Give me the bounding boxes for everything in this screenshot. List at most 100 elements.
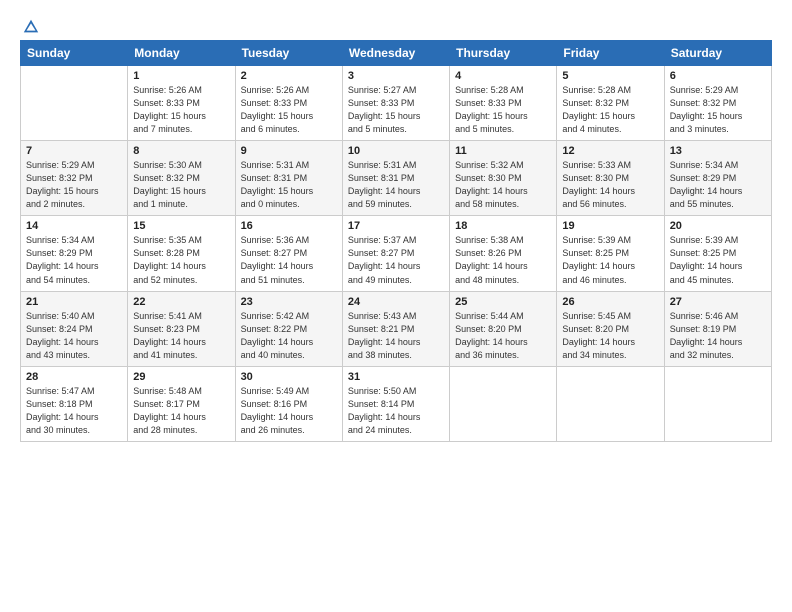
day-number: 19 <box>562 220 658 232</box>
day-info: Sunrise: 5:38 AM Sunset: 8:26 PM Dayligh… <box>455 234 551 286</box>
day-number: 2 <box>241 70 337 82</box>
table-cell: 28 Sunrise: 5:47 AM Sunset: 8:18 PM Dayli… <box>21 366 128 441</box>
day-info: Sunrise: 5:26 AM Sunset: 8:33 PM Dayligh… <box>241 84 337 136</box>
table-cell: 29 Sunrise: 5:48 AM Sunset: 8:17 PM Dayli… <box>128 366 235 441</box>
logo-area <box>20 18 40 32</box>
table-cell: 12 Sunrise: 5:33 AM Sunset: 8:30 PM Dayli… <box>557 141 664 216</box>
day-info: Sunrise: 5:39 AM Sunset: 8:25 PM Dayligh… <box>562 234 658 286</box>
table-cell: 7 Sunrise: 5:29 AM Sunset: 8:32 PM Daylig… <box>21 141 128 216</box>
day-info: Sunrise: 5:27 AM Sunset: 8:33 PM Dayligh… <box>348 84 444 136</box>
col-monday: Monday <box>128 41 235 66</box>
day-number: 27 <box>670 296 766 308</box>
table-cell: 21 Sunrise: 5:40 AM Sunset: 8:24 PM Dayli… <box>21 291 128 366</box>
day-info: Sunrise: 5:43 AM Sunset: 8:21 PM Dayligh… <box>348 310 444 362</box>
table-cell: 2 Sunrise: 5:26 AM Sunset: 8:33 PM Daylig… <box>235 66 342 141</box>
day-info: Sunrise: 5:30 AM Sunset: 8:32 PM Dayligh… <box>133 159 229 211</box>
day-info: Sunrise: 5:49 AM Sunset: 8:16 PM Dayligh… <box>241 385 337 437</box>
day-info: Sunrise: 5:37 AM Sunset: 8:27 PM Dayligh… <box>348 234 444 286</box>
day-number: 8 <box>133 145 229 157</box>
day-info: Sunrise: 5:34 AM Sunset: 8:29 PM Dayligh… <box>670 159 766 211</box>
table-cell: 6Sunrise: 5:29 AM Sunset: 8:32 PM Daylig… <box>664 66 771 141</box>
day-number: 28 <box>26 371 122 383</box>
day-number: 11 <box>455 145 551 157</box>
day-info: Sunrise: 5:48 AM Sunset: 8:17 PM Dayligh… <box>133 385 229 437</box>
day-number: 1 <box>133 70 229 82</box>
day-number: 13 <box>670 145 766 157</box>
table-cell: 16 Sunrise: 5:36 AM Sunset: 8:27 PM Dayli… <box>235 216 342 291</box>
day-number: 4 <box>455 70 551 82</box>
col-sunday: Sunday <box>21 41 128 66</box>
day-number: 10 <box>348 145 444 157</box>
table-cell: 4Sunrise: 5:28 AM Sunset: 8:33 PM Daylig… <box>450 66 557 141</box>
day-number: 5 <box>562 70 658 82</box>
day-number: 16 <box>241 220 337 232</box>
day-number: 22 <box>133 296 229 308</box>
day-info: Sunrise: 5:41 AM Sunset: 8:23 PM Dayligh… <box>133 310 229 362</box>
day-number: 18 <box>455 220 551 232</box>
page: Sunday Monday Tuesday Wednesday Thursday… <box>0 0 792 612</box>
day-info: Sunrise: 5:40 AM Sunset: 8:24 PM Dayligh… <box>26 310 122 362</box>
day-info: Sunrise: 5:33 AM Sunset: 8:30 PM Dayligh… <box>562 159 658 211</box>
calendar-table: Sunday Monday Tuesday Wednesday Thursday… <box>20 40 772 442</box>
table-cell: 30 Sunrise: 5:49 AM Sunset: 8:16 PM Dayli… <box>235 366 342 441</box>
col-friday: Friday <box>557 41 664 66</box>
day-info: Sunrise: 5:31 AM Sunset: 8:31 PM Dayligh… <box>241 159 337 211</box>
day-info: Sunrise: 5:28 AM Sunset: 8:32 PM Dayligh… <box>562 84 658 136</box>
table-cell: 20Sunrise: 5:39 AM Sunset: 8:25 PM Dayli… <box>664 216 771 291</box>
table-cell <box>664 366 771 441</box>
table-cell <box>450 366 557 441</box>
table-cell: 8 Sunrise: 5:30 AM Sunset: 8:32 PM Daylig… <box>128 141 235 216</box>
day-info: Sunrise: 5:34 AM Sunset: 8:29 PM Dayligh… <box>26 234 122 286</box>
table-cell: 1 Sunrise: 5:26 AM Sunset: 8:33 PM Daylig… <box>128 66 235 141</box>
day-number: 9 <box>241 145 337 157</box>
table-cell: 18 Sunrise: 5:38 AM Sunset: 8:26 PM Dayli… <box>450 216 557 291</box>
day-info: Sunrise: 5:39 AM Sunset: 8:25 PM Dayligh… <box>670 234 766 286</box>
day-number: 23 <box>241 296 337 308</box>
day-number: 6 <box>670 70 766 82</box>
day-info: Sunrise: 5:26 AM Sunset: 8:33 PM Dayligh… <box>133 84 229 136</box>
day-number: 24 <box>348 296 444 308</box>
day-number: 30 <box>241 371 337 383</box>
day-number: 21 <box>26 296 122 308</box>
logo <box>20 18 40 36</box>
table-cell: 9 Sunrise: 5:31 AM Sunset: 8:31 PM Daylig… <box>235 141 342 216</box>
day-info: Sunrise: 5:32 AM Sunset: 8:30 PM Dayligh… <box>455 159 551 211</box>
logo-icon <box>22 18 40 36</box>
col-saturday: Saturday <box>664 41 771 66</box>
day-info: Sunrise: 5:44 AM Sunset: 8:20 PM Dayligh… <box>455 310 551 362</box>
table-cell <box>557 366 664 441</box>
table-cell: 31 Sunrise: 5:50 AM Sunset: 8:14 PM Dayli… <box>342 366 449 441</box>
table-cell: 27 Sunrise: 5:46 AM Sunset: 8:19 PM Dayli… <box>664 291 771 366</box>
day-info: Sunrise: 5:47 AM Sunset: 8:18 PM Dayligh… <box>26 385 122 437</box>
day-number: 25 <box>455 296 551 308</box>
table-cell: 15 Sunrise: 5:35 AM Sunset: 8:28 PM Dayli… <box>128 216 235 291</box>
table-cell: 3Sunrise: 5:27 AM Sunset: 8:33 PM Daylig… <box>342 66 449 141</box>
day-number: 7 <box>26 145 122 157</box>
col-wednesday: Wednesday <box>342 41 449 66</box>
day-info: Sunrise: 5:42 AM Sunset: 8:22 PM Dayligh… <box>241 310 337 362</box>
col-tuesday: Tuesday <box>235 41 342 66</box>
day-info: Sunrise: 5:36 AM Sunset: 8:27 PM Dayligh… <box>241 234 337 286</box>
calendar-header-row: Sunday Monday Tuesday Wednesday Thursday… <box>21 41 772 66</box>
table-cell: 25 Sunrise: 5:44 AM Sunset: 8:20 PM Dayli… <box>450 291 557 366</box>
day-info: Sunrise: 5:29 AM Sunset: 8:32 PM Dayligh… <box>26 159 122 211</box>
table-cell: 10Sunrise: 5:31 AM Sunset: 8:31 PM Dayli… <box>342 141 449 216</box>
day-info: Sunrise: 5:46 AM Sunset: 8:19 PM Dayligh… <box>670 310 766 362</box>
day-info: Sunrise: 5:45 AM Sunset: 8:20 PM Dayligh… <box>562 310 658 362</box>
table-cell: 5 Sunrise: 5:28 AM Sunset: 8:32 PM Daylig… <box>557 66 664 141</box>
day-number: 17 <box>348 220 444 232</box>
table-cell: 11 Sunrise: 5:32 AM Sunset: 8:30 PM Dayli… <box>450 141 557 216</box>
table-cell: 22 Sunrise: 5:41 AM Sunset: 8:23 PM Dayli… <box>128 291 235 366</box>
table-cell: 19 Sunrise: 5:39 AM Sunset: 8:25 PM Dayli… <box>557 216 664 291</box>
day-number: 29 <box>133 371 229 383</box>
day-number: 26 <box>562 296 658 308</box>
table-cell <box>21 66 128 141</box>
day-info: Sunrise: 5:50 AM Sunset: 8:14 PM Dayligh… <box>348 385 444 437</box>
day-number: 15 <box>133 220 229 232</box>
header <box>20 18 772 32</box>
col-thursday: Thursday <box>450 41 557 66</box>
table-cell: 26 Sunrise: 5:45 AM Sunset: 8:20 PM Dayli… <box>557 291 664 366</box>
day-number: 12 <box>562 145 658 157</box>
day-info: Sunrise: 5:35 AM Sunset: 8:28 PM Dayligh… <box>133 234 229 286</box>
day-number: 31 <box>348 371 444 383</box>
